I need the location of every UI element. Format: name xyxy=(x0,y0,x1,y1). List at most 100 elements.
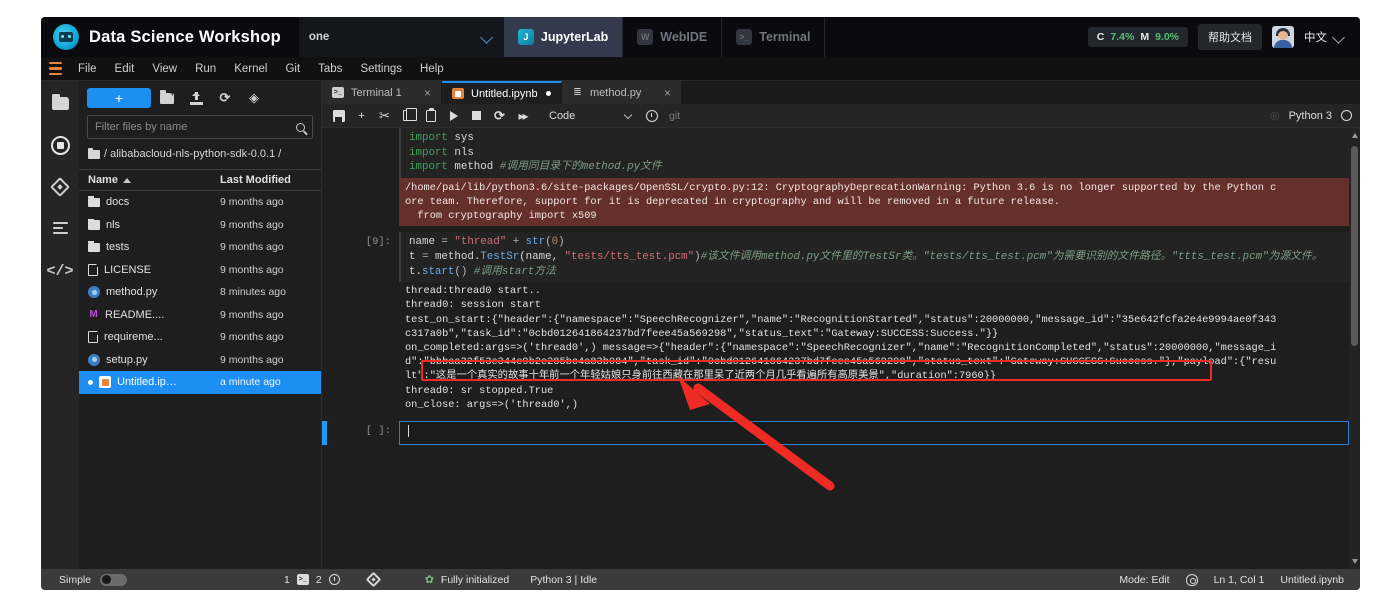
paste-cell-button[interactable] xyxy=(420,106,441,125)
rail-running-sessions[interactable] xyxy=(48,133,72,157)
menu-help[interactable]: Help xyxy=(411,60,453,78)
terminal-count: 1 xyxy=(284,573,290,586)
breadcrumb[interactable]: / alibabacloud-nls-python-sdk-0.0.1 / xyxy=(79,146,321,169)
cell-selection-bar xyxy=(322,128,327,178)
menu-edit[interactable]: Edit xyxy=(106,60,144,78)
file-row-setup-py[interactable]: setup.py 9 months ago xyxy=(79,349,321,372)
close-icon[interactable]: × xyxy=(664,87,671,99)
notebook-vertical-scrollbar[interactable] xyxy=(1349,128,1360,569)
document-tab-label: Terminal 1 xyxy=(351,86,402,99)
restart-and-run-all-button[interactable]: ▸▸ xyxy=(512,106,533,125)
rail-git[interactable] xyxy=(48,175,72,199)
new-folder-button[interactable] xyxy=(154,88,180,108)
cell-prompt: [9]: xyxy=(365,236,391,249)
app-tab-webide[interactable]: W WebIDE xyxy=(623,17,723,57)
file-row-docs[interactable]: docs 9 months ago xyxy=(79,191,321,214)
cell-source-code[interactable]: import sys import nls import method #调用同… xyxy=(399,128,1349,178)
pai-workspace-window: Data Science Workshop one J JupyterLab W… xyxy=(41,17,1360,590)
menu-tabs[interactable]: Tabs xyxy=(309,60,351,78)
menu-file[interactable]: File xyxy=(69,60,106,78)
menu-view[interactable]: View xyxy=(143,60,186,78)
chevron-down-icon xyxy=(625,112,633,120)
document-tab-terminal-1[interactable]: >_ Terminal 1 × xyxy=(322,81,442,104)
notebook-cell-imports[interactable]: import sys import nls import method #调用同… xyxy=(322,128,1349,178)
platform-logo-icon xyxy=(53,24,79,50)
file-row-tests[interactable]: tests 9 months ago xyxy=(79,236,321,259)
trust-shield-icon[interactable] xyxy=(1185,573,1198,586)
workspace-name: one xyxy=(308,31,330,43)
notebook-cell-run-recognizer[interactable]: [9]: name = "thread" + str(0) t = method… xyxy=(322,232,1349,283)
rail-file-browser[interactable] xyxy=(48,91,72,115)
rail-extensions[interactable]: </> xyxy=(47,259,74,283)
file-row-requirements[interactable]: requireme... 9 months ago xyxy=(79,326,321,349)
file-modified: 9 months ago xyxy=(220,308,284,321)
file-modified: 9 months ago xyxy=(220,241,284,254)
app-tab-terminal[interactable]: >_ Terminal xyxy=(722,17,826,57)
python-icon: ≣ xyxy=(573,87,582,98)
file-filter-input[interactable]: Filter files by name xyxy=(87,115,313,139)
copy-cell-button[interactable] xyxy=(397,106,418,125)
cell-source-input[interactable] xyxy=(399,421,1349,445)
restart-kernel-button[interactable]: ⟳ xyxy=(489,106,510,125)
app-tab-jupyterlab[interactable]: J JupyterLab xyxy=(503,17,624,57)
rail-table-of-contents[interactable] xyxy=(48,217,72,241)
cut-cell-button[interactable]: ✂ xyxy=(374,106,395,125)
text-cursor xyxy=(408,425,409,437)
search-icon xyxy=(296,122,305,132)
kernel-name[interactable]: Python 3 xyxy=(1289,110,1332,122)
folder-icon xyxy=(88,218,100,230)
cell-type-value: Code xyxy=(549,109,576,122)
file-icon xyxy=(88,263,99,276)
file-row-method-py[interactable]: method.py 8 minutes ago xyxy=(79,281,321,304)
document-tab-untitled-ipynb[interactable]: Untitled.ipynb xyxy=(442,81,562,104)
scroll-down-icon[interactable] xyxy=(1351,559,1358,564)
new-launcher-button[interactable]: + xyxy=(87,88,151,108)
insert-cell-button[interactable]: + xyxy=(351,106,372,125)
deprecation-warning-output: /home/pai/lib/python3.6/site-packages/Op… xyxy=(399,177,1349,227)
notebook-scroll-area: import sys import nls import method #调用同… xyxy=(322,128,1360,569)
file-row-readme[interactable]: M README.... 9 months ago xyxy=(79,304,321,327)
notebook-cell-empty-active[interactable]: [ ]: xyxy=(322,421,1349,445)
folder-icon xyxy=(88,196,100,207)
cursor-position: Ln 1, Col 1 xyxy=(1213,573,1265,586)
file-row-nls[interactable]: nls 9 months ago xyxy=(79,214,321,237)
cell-output-stdout-row: thread:thread0 start.. thread0: session … xyxy=(322,282,1349,414)
kernel-status-text[interactable]: Python 3 | Idle xyxy=(530,574,597,586)
column-name-header[interactable]: Name xyxy=(88,174,220,186)
cell-source-code[interactable]: name = "thread" + str(0) t = method.Test… xyxy=(399,232,1349,283)
interrupt-kernel-button[interactable] xyxy=(466,106,487,125)
git-status-icon[interactable] xyxy=(365,571,381,588)
column-modified-header[interactable]: Last Modified xyxy=(220,174,312,186)
kernel-count: 2 xyxy=(315,573,322,586)
language-selector[interactable]: 中文 xyxy=(1304,29,1346,45)
menu-run[interactable]: Run xyxy=(186,60,225,78)
menu-git[interactable]: Git xyxy=(276,60,309,78)
simple-mode-toggle[interactable] xyxy=(100,573,128,586)
menu-kernel[interactable]: Kernel xyxy=(225,60,276,78)
file-row-untitled-ipynb[interactable]: Untitled.ip… a minute ago xyxy=(79,371,321,394)
upload-files-button[interactable] xyxy=(183,88,209,108)
session-counts-group[interactable]: 1 >_ 2 xyxy=(284,574,340,586)
scrollbar-thumb[interactable] xyxy=(1351,146,1358,346)
execution-history-button[interactable] xyxy=(641,106,662,125)
unsaved-indicator-icon xyxy=(88,379,93,385)
file-modified: a minute ago xyxy=(220,376,281,389)
scroll-up-icon[interactable] xyxy=(1351,133,1358,138)
workspace-selector[interactable]: one xyxy=(298,17,504,57)
unsaved-indicator-icon[interactable] xyxy=(546,91,551,96)
document-tab-method-py[interactable]: ≣ method.py × xyxy=(562,81,682,104)
user-avatar[interactable] xyxy=(1272,26,1294,48)
run-cell-button[interactable] xyxy=(443,106,464,125)
webide-icon: W xyxy=(637,29,654,45)
git-clone-button[interactable]: ◈ xyxy=(241,88,267,108)
kernel-icon xyxy=(328,574,340,585)
close-icon[interactable]: × xyxy=(424,87,431,99)
file-name: method.py xyxy=(106,286,158,299)
refresh-file-list-button[interactable]: ⟳ xyxy=(212,88,238,108)
help-docs-button[interactable]: 帮助文档 xyxy=(1198,24,1262,50)
save-button[interactable] xyxy=(328,106,349,125)
file-modified: 9 months ago xyxy=(220,331,284,344)
file-row-license[interactable]: LICENSE 9 months ago xyxy=(79,259,321,282)
menu-settings[interactable]: Settings xyxy=(351,60,411,78)
cell-type-dropdown[interactable]: Code xyxy=(543,106,639,125)
